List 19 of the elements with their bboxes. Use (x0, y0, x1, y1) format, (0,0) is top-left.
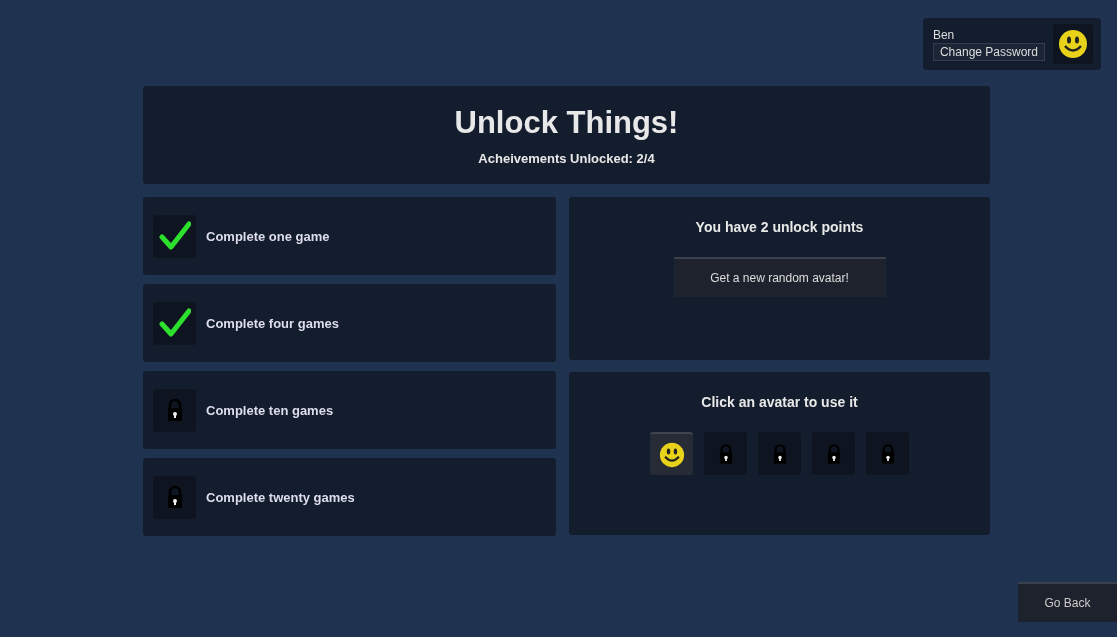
page-title: Unlock Things! (454, 104, 679, 141)
achievement-label: Complete one game (206, 228, 330, 244)
achievement-label: Complete twenty games (206, 489, 355, 505)
padlock-icon (772, 442, 787, 465)
change-password-button[interactable]: Change Password (932, 42, 1045, 61)
achievement-label: Complete four games (206, 315, 339, 331)
unlock-points-text: You have 2 unlock points (695, 219, 864, 235)
padlock-icon (718, 442, 733, 465)
smiley-icon (658, 441, 685, 468)
random-avatar-button[interactable]: Get a new random avatar! (673, 257, 886, 297)
user-name: Ben (932, 27, 955, 42)
smiley-icon (1058, 29, 1088, 59)
achievement-label: Complete ten games (206, 402, 334, 418)
achievements-count: Acheivements Unlocked: 2/4 (478, 150, 655, 166)
padlock-icon (826, 442, 841, 465)
avatar-instruction: Click an avatar to use it (701, 394, 858, 410)
padlock-icon (880, 442, 895, 465)
go-back-button[interactable]: Go Back (1018, 582, 1117, 622)
avatar-option[interactable] (650, 432, 693, 475)
